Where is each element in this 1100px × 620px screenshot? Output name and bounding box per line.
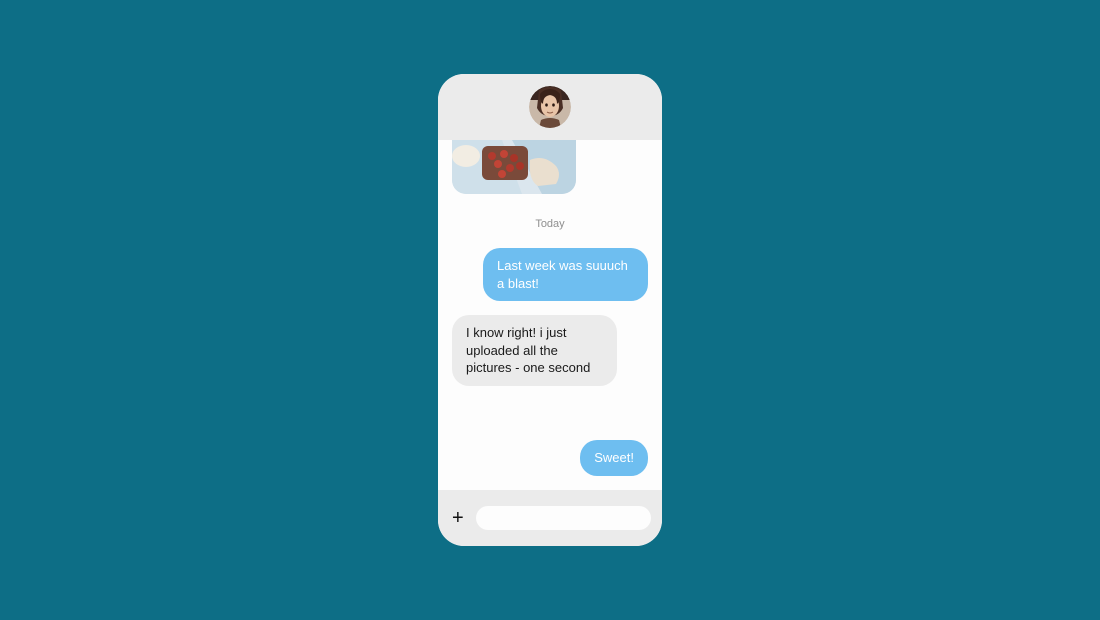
date-separator: Today (452, 218, 648, 230)
message-input[interactable] (476, 506, 651, 530)
avatar-image (529, 86, 571, 128)
message-outgoing[interactable]: Last week was suuuch a blast! (483, 248, 648, 301)
composer-bar: + (438, 490, 662, 546)
phone-frame: Today Last week was suuuch a blast! I kn… (438, 74, 662, 546)
message-image-incoming[interactable] (452, 140, 576, 194)
contact-avatar[interactable] (529, 86, 571, 128)
message-text: I know right! i just uploaded all the pi… (466, 325, 590, 375)
message-text: Last week was suuuch a blast! (497, 258, 628, 291)
message-text: Sweet! (594, 450, 634, 465)
chat-header (438, 74, 662, 140)
message-incoming[interactable]: I know right! i just uploaded all the pi… (452, 315, 617, 386)
shared-photo-icon (452, 140, 576, 194)
message-outgoing[interactable]: Sweet! (580, 440, 648, 476)
add-attachment-button[interactable]: + (452, 509, 464, 527)
conversation-pane: Today Last week was suuuch a blast! I kn… (438, 140, 662, 490)
conversation-spacer (452, 400, 648, 441)
plus-icon: + (452, 508, 464, 528)
